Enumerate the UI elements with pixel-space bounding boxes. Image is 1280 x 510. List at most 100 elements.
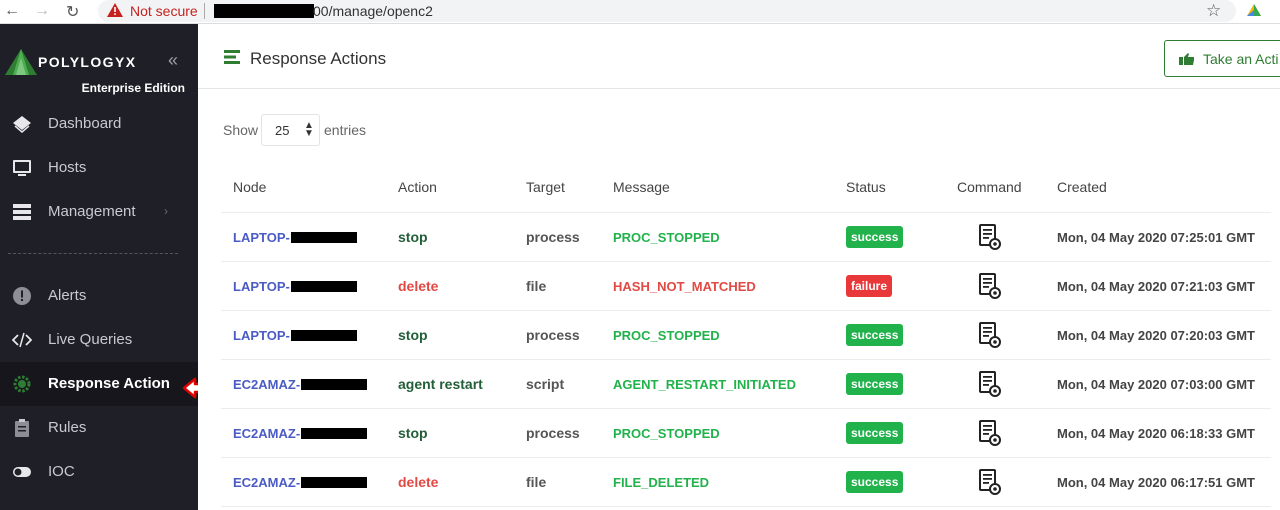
action-cell: stop bbox=[398, 326, 428, 343]
node-link[interactable]: LAPTOP- bbox=[233, 328, 290, 343]
command-view-icon[interactable] bbox=[979, 419, 1001, 446]
created-cell: Mon, 04 May 2020 07:25:01 GMT bbox=[1057, 229, 1255, 245]
target-cell: process bbox=[526, 326, 580, 343]
monitor-icon bbox=[13, 160, 31, 176]
sidebar-divider bbox=[8, 253, 178, 254]
command-view-icon[interactable] bbox=[979, 468, 1001, 495]
table-row: LAPTOP- delete file HASH_NOT_MATCHED fai… bbox=[221, 261, 1271, 311]
show-label: Show bbox=[223, 122, 259, 138]
column-header-node[interactable]: Node bbox=[221, 163, 386, 213]
node-link[interactable]: EC2AMAZ- bbox=[233, 475, 300, 490]
target-cell: file bbox=[526, 473, 547, 490]
page-title: Response Actions bbox=[250, 49, 387, 68]
sidebar-item-label: Alerts bbox=[48, 287, 87, 304]
command-view-icon[interactable] bbox=[979, 223, 1001, 250]
take-action-button[interactable]: Take an Acti bbox=[1164, 40, 1280, 77]
message-cell: FILE_DELETED bbox=[613, 474, 710, 490]
table-row: EC2AMAZ- stop process PROC_STOPPED succe… bbox=[221, 408, 1271, 458]
entries-value: 25 bbox=[275, 123, 290, 138]
url-text[interactable]: 00/manage/openc2 bbox=[313, 3, 433, 19]
sidebar-item-ioc[interactable]: IOC bbox=[0, 450, 198, 494]
message-cell: PROC_STOPPED bbox=[613, 327, 720, 343]
table-row: EC2AMAZ- delete file FILE_DELETED succes… bbox=[221, 457, 1271, 507]
column-header-action[interactable]: Action bbox=[386, 163, 514, 213]
message-cell: PROC_STOPPED bbox=[613, 425, 720, 441]
entries-per-page-select[interactable]: 25 ▲ ▼ bbox=[261, 114, 320, 146]
extension-icon[interactable] bbox=[1246, 3, 1262, 19]
sidebar-item-label: Rules bbox=[48, 419, 87, 436]
target-cell: process bbox=[526, 228, 580, 245]
column-header-target[interactable]: Target bbox=[514, 163, 601, 213]
table-header-row: Node Action Target Message Status Comman… bbox=[221, 163, 1271, 213]
clipboard-icon bbox=[15, 419, 29, 437]
bookmark-star-icon[interactable]: ☆ bbox=[1206, 1, 1221, 21]
node-link[interactable]: LAPTOP- bbox=[233, 230, 290, 245]
message-cell: PROC_STOPPED bbox=[613, 229, 720, 245]
column-header-created[interactable]: Created bbox=[1045, 163, 1271, 213]
sidebar-item-dashboard[interactable]: Dashboard bbox=[0, 102, 198, 146]
created-cell: Mon, 04 May 2020 06:17:51 GMT bbox=[1057, 474, 1255, 490]
target-cell: script bbox=[526, 375, 565, 392]
gear-icon bbox=[13, 375, 31, 393]
command-view-icon[interactable] bbox=[979, 272, 1001, 299]
chevron-right-icon: › bbox=[164, 204, 168, 218]
collapse-sidebar-icon[interactable]: « bbox=[168, 50, 178, 71]
column-header-message[interactable]: Message bbox=[601, 163, 834, 213]
sort-caret-icon: ▲ ▼ bbox=[304, 120, 314, 139]
column-header-status[interactable]: Status bbox=[834, 163, 945, 213]
status-badge: success bbox=[846, 323, 904, 346]
status-badge: success bbox=[846, 225, 904, 248]
entries-label: entries bbox=[324, 122, 367, 138]
response-actions-table: Node Action Target Message Status Comman… bbox=[221, 163, 1271, 507]
created-cell: Mon, 04 May 2020 07:03:00 GMT bbox=[1057, 376, 1255, 392]
sidebar-item-rules[interactable]: Rules bbox=[0, 406, 198, 450]
polylogyx-logo-icon bbox=[5, 49, 37, 75]
warning-icon bbox=[107, 3, 123, 17]
layers-icon bbox=[13, 116, 31, 133]
sidebar-item-label: Dashboard bbox=[48, 115, 122, 132]
sidebar-item-alerts[interactable]: Alerts bbox=[0, 274, 198, 318]
alert-circle-icon bbox=[13, 287, 31, 305]
created-cell: Mon, 04 May 2020 06:18:33 GMT bbox=[1057, 425, 1255, 441]
back-icon[interactable]: ← bbox=[4, 2, 20, 20]
forward-icon[interactable]: → bbox=[34, 2, 50, 20]
sidebar-item-live-queries[interactable]: Live Queries bbox=[0, 318, 198, 362]
code-icon bbox=[12, 332, 32, 348]
message-cell: AGENT_RESTART_INITIATED bbox=[613, 376, 796, 392]
edition-label: Enterprise Edition bbox=[81, 81, 185, 95]
sidebar-item-hosts[interactable]: Hosts bbox=[0, 146, 198, 190]
sidebar-item-label: Live Queries bbox=[48, 331, 133, 348]
page-header: Response Actions Take an Acti bbox=[198, 24, 1280, 89]
command-view-icon[interactable] bbox=[979, 370, 1001, 397]
reload-icon[interactable]: ↻ bbox=[66, 2, 79, 22]
node-link[interactable]: EC2AMAZ- bbox=[233, 377, 300, 392]
action-cell: agent restart bbox=[398, 375, 483, 392]
sidebar-item-label: Response Action bbox=[48, 375, 170, 392]
menu-icon[interactable] bbox=[224, 50, 240, 64]
not-secure-label: Not secure bbox=[130, 3, 198, 19]
message-cell: HASH_NOT_MATCHED bbox=[613, 278, 756, 294]
hand-pointer-icon bbox=[1179, 53, 1194, 65]
main-content: Response Actions Take an Acti Show 25 ▲ ▼… bbox=[198, 24, 1280, 510]
node-redaction bbox=[290, 232, 357, 244]
target-cell: process bbox=[526, 424, 580, 441]
brand-name: POLYLOGYX bbox=[38, 54, 137, 70]
table-row: LAPTOP- stop process PROC_STOPPED succes… bbox=[221, 212, 1271, 262]
table-row: LAPTOP- stop process PROC_STOPPED succes… bbox=[221, 310, 1271, 360]
command-view-icon[interactable] bbox=[979, 321, 1001, 348]
sidebar-item-label: IOC bbox=[48, 463, 75, 480]
node-link[interactable]: LAPTOP- bbox=[233, 279, 290, 294]
column-header-command[interactable]: Command bbox=[945, 163, 1045, 213]
node-link[interactable]: EC2AMAZ- bbox=[233, 426, 300, 441]
target-cell: file bbox=[526, 277, 547, 294]
node-redaction bbox=[290, 330, 357, 342]
url-separator bbox=[204, 3, 205, 19]
url-redaction bbox=[214, 4, 314, 18]
action-cell: delete bbox=[398, 277, 439, 294]
created-cell: Mon, 04 May 2020 07:21:03 GMT bbox=[1057, 278, 1255, 294]
action-cell: delete bbox=[398, 473, 439, 490]
action-cell: stop bbox=[398, 228, 428, 245]
sidebar-item-response-action[interactable]: Response Action bbox=[0, 362, 198, 406]
sidebar-item-management[interactable]: Management › bbox=[0, 190, 198, 234]
take-action-label: Take an Acti bbox=[1203, 51, 1279, 67]
